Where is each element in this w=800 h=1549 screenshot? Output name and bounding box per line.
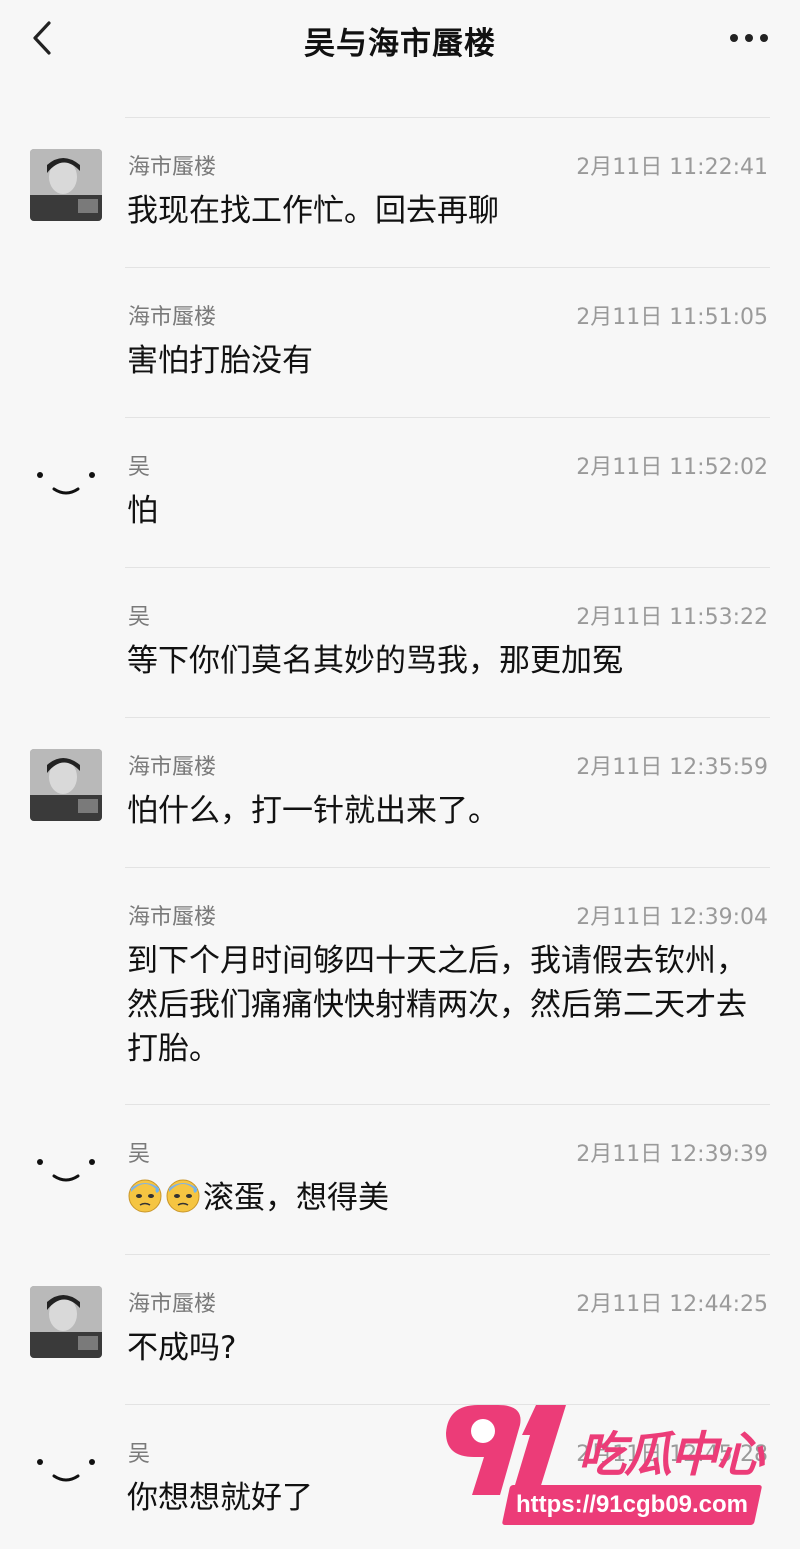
message-item[interactable]: 海市蜃楼 2月11日 11:51:05 害怕打胎没有 (0, 267, 800, 417)
timestamp: 2月11日 11:53:22 (576, 605, 768, 630)
avatar[interactable] (30, 1130, 102, 1202)
sender-name: 吴 (128, 455, 151, 480)
avatar[interactable] (30, 443, 102, 515)
timestamp: 2月11日 12:35:59 (576, 755, 768, 780)
avatar[interactable] (30, 1286, 102, 1358)
sender-name: 吴 (128, 605, 151, 630)
avatar[interactable] (30, 1430, 102, 1502)
message-content: 滚蛋，想得美 (127, 1176, 757, 1220)
smiley-face-icon (37, 472, 95, 495)
divider (125, 567, 770, 568)
divider (125, 717, 770, 718)
message-item[interactable]: 海市蜃楼 2月11日 12:39:04 到下个月时间够四十天之后，我请假去钦州，… (0, 867, 800, 1104)
message-text: 等下你们莫名其妙的骂我，那更加冤 (127, 643, 623, 679)
divider (125, 417, 770, 418)
message-item[interactable]: 吴 2月11日 11:53:22 等下你们莫名其妙的骂我，那更加冤 (0, 567, 800, 717)
timestamp: 2月11日 11:51:05 (576, 305, 768, 330)
more-button[interactable] (724, 18, 774, 58)
message-text: 我现在找工作忙。回去再聊 (127, 193, 499, 229)
sender-name: 海市蜃楼 (128, 1292, 217, 1317)
watermark-url: https://91cgb09.com (501, 1485, 763, 1525)
divider (125, 867, 770, 868)
timestamp: 2月11日 11:22:41 (576, 155, 768, 180)
smiley-face-icon (37, 1459, 95, 1482)
cold-sweat-emoji-icon (166, 1179, 200, 1213)
message-item[interactable]: 海市蜃楼 2月11日 12:44:25 不成吗? (0, 1254, 800, 1404)
timestamp: 2月11日 12:39:39 (576, 1142, 768, 1167)
sender-name: 海市蜃楼 (128, 905, 217, 930)
sender-name: 吴 (128, 1442, 151, 1467)
smiley-face-icon (37, 1159, 95, 1182)
sender-name: 海市蜃楼 (128, 305, 217, 330)
divider (125, 117, 770, 118)
avatar-photo-icon (30, 749, 102, 821)
message-text: 怕 (127, 493, 158, 529)
message-text: 怕什么，打一针就出来了。 (127, 793, 499, 829)
watermark: 吃瓜中心 https://91cgb09.com (438, 1395, 783, 1535)
page-title: 吴与海市蜃楼 (304, 26, 496, 62)
avatar-photo-icon (30, 1286, 102, 1358)
avatar-photo-icon (30, 149, 102, 221)
message-item[interactable]: 海市蜃楼 2月11日 11:22:41 我现在找工作忙。回去再聊 (0, 117, 800, 267)
message-item[interactable]: 吴 2月11日 11:52:02 怕 (0, 417, 800, 567)
message-item[interactable]: 海市蜃楼 2月11日 12:35:59 怕什么，打一针就出来了。 (0, 717, 800, 867)
message-text: 害怕打胎没有 (127, 343, 313, 379)
sender-name: 海市蜃楼 (128, 755, 217, 780)
timestamp: 2月11日 12:44:25 (576, 1292, 768, 1317)
message-text: 到下个月时间够四十天之后，我请假去钦州，然后我们痛痛快快射精两次，然后第二天才去… (127, 943, 747, 1067)
timestamp: 2月11日 12:39:04 (576, 905, 768, 930)
avatar[interactable] (30, 149, 102, 221)
message-item[interactable]: 吴 2月11日 12:39:39 滚蛋，想得美 (0, 1104, 800, 1254)
divider (125, 1254, 770, 1255)
message-text: 滚蛋，想得美 (203, 1180, 389, 1216)
avatar[interactable] (30, 749, 102, 821)
top-bar: 吴与海市蜃楼 (0, 0, 800, 78)
divider (125, 267, 770, 268)
message-text: 不成吗? (127, 1330, 237, 1366)
sender-name: 海市蜃楼 (128, 155, 217, 180)
sender-name: 吴 (128, 1142, 151, 1167)
divider (125, 1104, 770, 1105)
timestamp: 2月11日 11:52:02 (576, 455, 768, 480)
watermark-name: 吃瓜中心 (578, 1427, 764, 1483)
cold-sweat-emoji-icon (128, 1179, 162, 1213)
more-dots-icon (730, 34, 768, 42)
